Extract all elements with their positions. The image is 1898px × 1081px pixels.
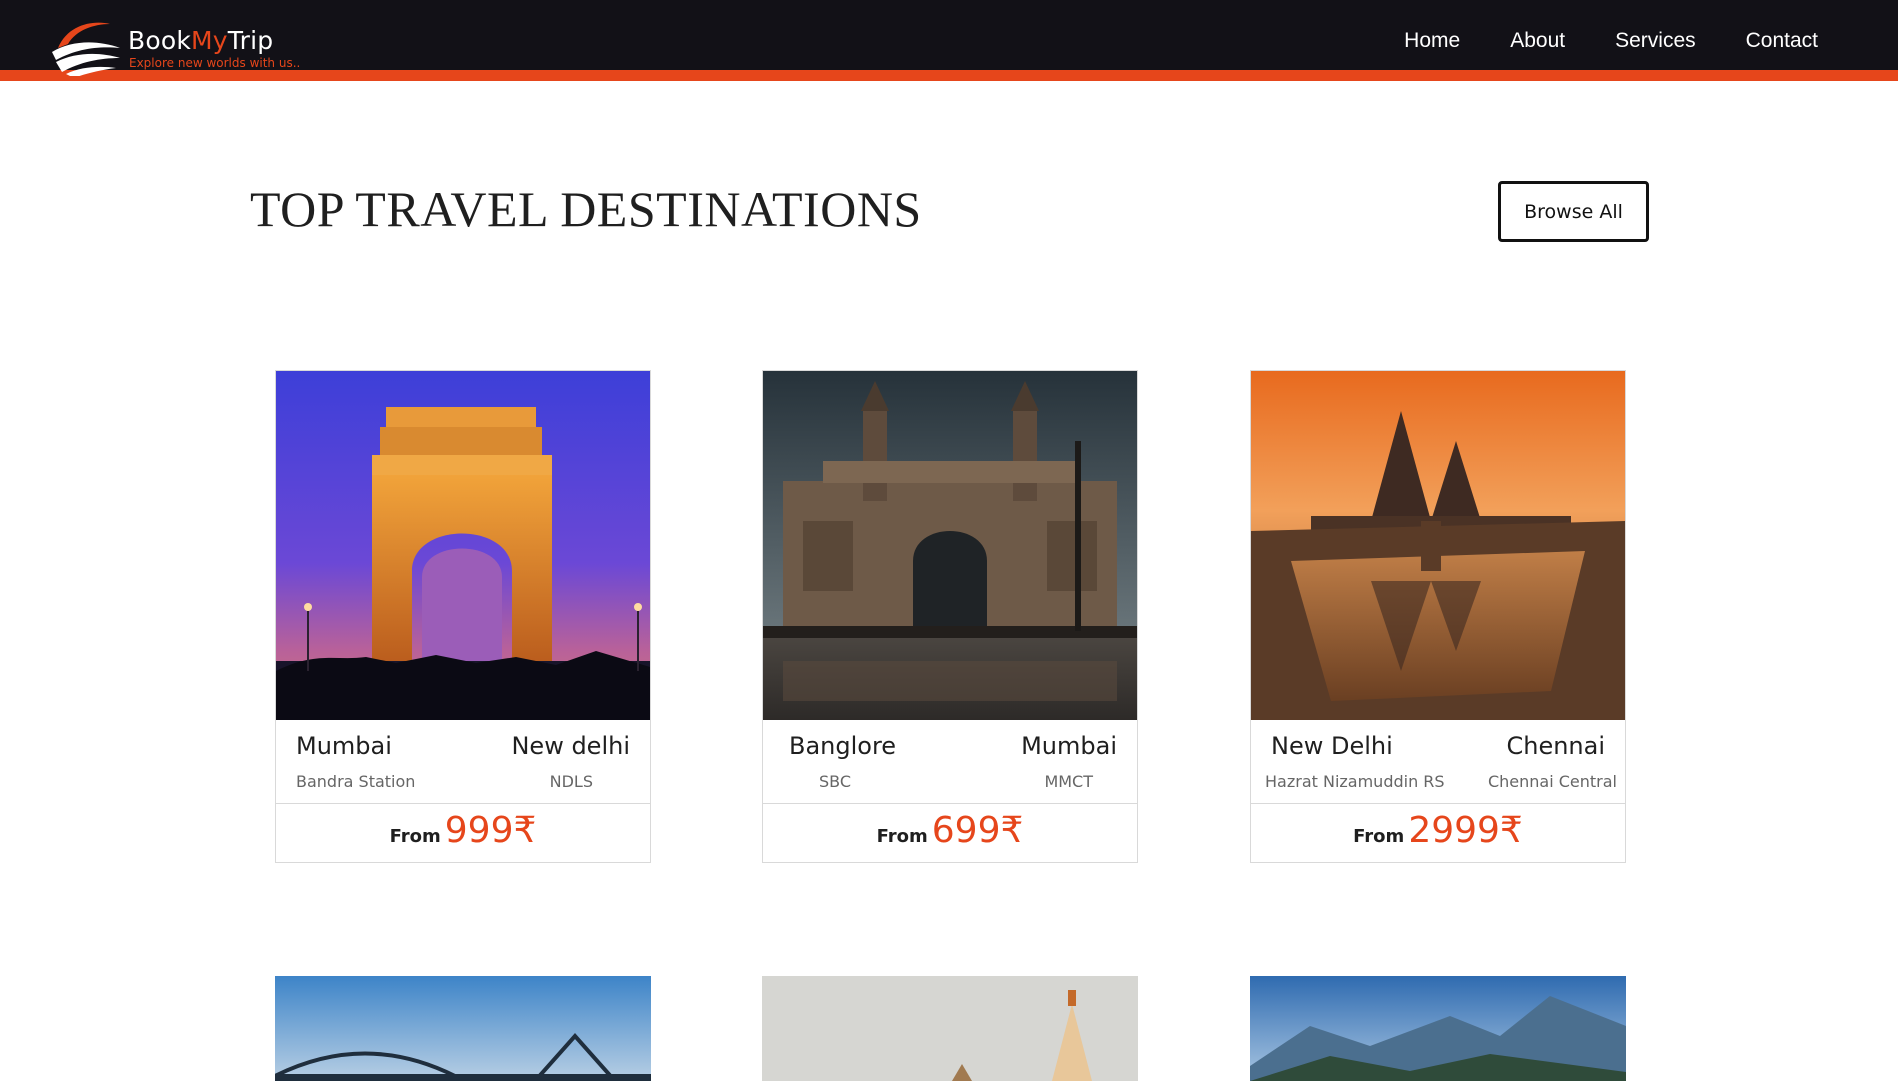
india-gate-image (276, 371, 650, 720)
to-city: Mumbai (1021, 732, 1117, 760)
destination-card[interactable]: Banglore Mumbai SBC MMCT From 699₹ (762, 370, 1138, 863)
nav-contact-link[interactable]: Contact (1746, 29, 1818, 53)
from-station: Hazrat Nizamuddin RS (1265, 772, 1445, 791)
price-prefix: From (876, 826, 928, 847)
mountains-image[interactable] (1250, 976, 1626, 1081)
price-value: 699₹ (931, 810, 1024, 851)
bridge-image[interactable] (275, 976, 651, 1081)
to-station: Chennai Central (1487, 772, 1617, 791)
route-info: New Delhi Chennai Hazrat Nizamuddin RS C… (1251, 720, 1625, 804)
browse-all-button[interactable]: Browse All (1498, 181, 1649, 242)
to-station: NDLS (549, 772, 593, 791)
nav-menu: Home About Services Contact (1404, 29, 1818, 53)
navbar: BookMyTrip Explore new worlds with us.. … (0, 0, 1898, 81)
price-info: From 999₹ (276, 804, 650, 862)
to-city: New delhi (511, 732, 630, 760)
from-station: Bandra Station (296, 772, 416, 791)
nav-about-link[interactable]: About (1510, 29, 1565, 53)
destination-card[interactable]: New Delhi Chennai Hazrat Nizamuddin RS C… (1250, 370, 1626, 863)
nav-services-link[interactable]: Services (1615, 29, 1696, 53)
shore-temple-image (1251, 371, 1625, 720)
from-city: New Delhi (1271, 732, 1393, 760)
price-prefix: From (1353, 826, 1405, 847)
brand-name: BookMyTrip (128, 26, 274, 55)
waves-logo-icon (52, 22, 120, 76)
section-title: TOP TRAVEL DESTINATIONS (250, 181, 922, 237)
price-info: From 699₹ (763, 804, 1137, 862)
temple-image[interactable] (762, 976, 1138, 1081)
route-info: Banglore Mumbai SBC MMCT (763, 720, 1137, 804)
brand-tagline: Explore new worlds with us.. (129, 56, 301, 70)
nav-home-link[interactable]: Home (1404, 29, 1460, 53)
from-station: SBC (819, 772, 852, 791)
price-info: From 2999₹ (1251, 804, 1625, 862)
price-value: 999₹ (444, 810, 537, 851)
price-value: 2999₹ (1408, 810, 1523, 851)
route-info: Mumbai New delhi Bandra Station NDLS (276, 720, 650, 804)
brand-logo[interactable]: BookMyTrip Explore new worlds with us.. (50, 18, 340, 78)
gateway-of-india-image (763, 371, 1137, 720)
price-prefix: From (389, 826, 441, 847)
from-city: Mumbai (296, 732, 392, 760)
destination-card[interactable]: Mumbai New delhi Bandra Station NDLS Fro… (275, 370, 651, 863)
to-city: Chennai (1506, 732, 1605, 760)
to-station: MMCT (1044, 772, 1093, 791)
from-city: Banglore (789, 732, 897, 760)
